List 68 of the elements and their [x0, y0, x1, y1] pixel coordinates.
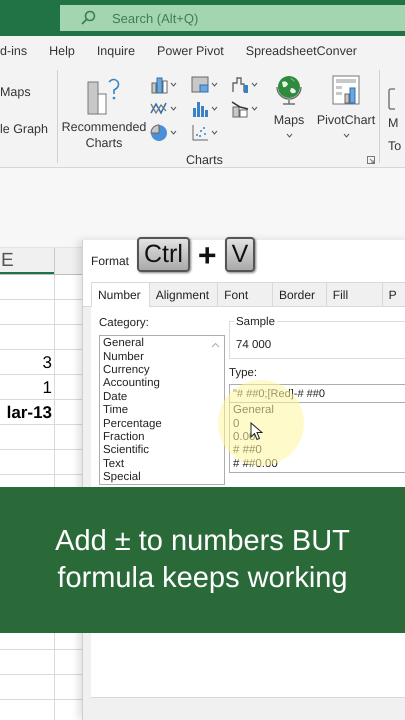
recommended-charts-button[interactable]: Recommended Charts: [58, 70, 150, 151]
list-item[interactable]: Fraction: [103, 430, 211, 444]
search-field[interactable]: Search (Alt+Q): [60, 5, 405, 31]
combo-chart-icon: [231, 98, 250, 118]
dialog-tab[interactable]: Border: [272, 282, 327, 306]
list-item[interactable]: Currency: [103, 364, 211, 378]
caret-icon: [251, 82, 258, 86]
list-item[interactable]: Text: [103, 458, 211, 472]
field-label: Type:: [229, 366, 258, 381]
globe-icon: [274, 74, 304, 106]
dialog-tab[interactable]: P: [382, 282, 405, 306]
list-item[interactable]: Accounting: [103, 377, 211, 391]
scroll-up-icon: [211, 342, 220, 348]
list-item[interactable]: Number: [103, 350, 211, 364]
treemap-icon: [190, 74, 209, 94]
dialog-tab[interactable]: Fill: [326, 282, 383, 306]
caret-icon: [210, 130, 218, 134]
list-item[interactable]: # ##0.00: [233, 458, 405, 472]
pie-chart-icon: [150, 122, 168, 142]
ribbon-tab[interactable]: d-ins: [0, 42, 28, 60]
list-item[interactable]: Special: [103, 471, 211, 484]
caret-icon: [286, 132, 292, 138]
caption-text: Add ± to numbers BUT: [55, 524, 350, 559]
list-item[interactable]: Time: [103, 404, 211, 418]
column-chart-icon: [150, 74, 168, 94]
dialog-tab[interactable]: Number: [91, 282, 150, 307]
list-item[interactable]: Scientific: [103, 444, 211, 458]
ribbon-button[interactable]: le Graph: [0, 120, 57, 138]
list-item[interactable]: Percentage: [103, 418, 211, 431]
dialog-launcher-icon: [367, 156, 375, 164]
caret-icon: [210, 106, 218, 110]
ribbon-tab[interactable]: SpreadsheetConver: [246, 42, 357, 60]
caret-icon: [170, 130, 177, 134]
caret-icon: [170, 82, 177, 86]
dialog-tab[interactable]: Alignment: [150, 282, 218, 306]
dialog-tab[interactable]: Font: [218, 282, 273, 306]
list-item[interactable]: Date: [103, 390, 211, 404]
chart-question-icon: [86, 76, 122, 116]
category-list[interactable]: General Number Currency Accounting Date Time Percentage Fraction Scientific Text Special: [99, 335, 225, 486]
keyboard-key: V: [224, 237, 256, 272]
step-chart-icon: [231, 74, 250, 94]
field-label: Category:: [99, 316, 150, 331]
ribbon-tab[interactable]: Power Pivot: [157, 42, 224, 60]
ribbon-tab[interactable]: Help: [49, 42, 75, 60]
search-icon: [80, 10, 96, 26]
caret-icon: [170, 106, 177, 110]
pivot-chart-icon: [331, 74, 361, 106]
maps-button[interactable]: Maps: [264, 70, 314, 151]
ribbon-button[interactable]: M: [388, 114, 402, 133]
ribbon-tab[interactable]: Inquire: [96, 42, 136, 60]
ribbon-button[interactable]: To: [388, 136, 402, 156]
group-label: Charts: [186, 152, 223, 169]
plus-sign: +: [198, 238, 217, 270]
table-cell-text: lar-13: [6, 402, 53, 424]
table-cell-text: 1: [42, 377, 53, 399]
table-cell-text: 3: [42, 352, 53, 374]
caret-icon: [342, 132, 350, 138]
pivotchart-button[interactable]: PivotChart: [314, 70, 378, 151]
dialog-title: Format: [91, 253, 130, 270]
list-item[interactable]: General: [103, 337, 211, 351]
caret-icon: [210, 82, 218, 86]
caption-text: formula keeps working: [57, 561, 348, 596]
column-header[interactable]: E: [0, 248, 54, 274]
keyboard-key: Ctrl: [137, 237, 190, 272]
scatter-chart-icon: [190, 122, 209, 142]
sample-value: 74 000: [236, 338, 272, 353]
caret-icon: [251, 106, 258, 110]
ribbon-button[interactable]: Maps: [0, 83, 57, 102]
